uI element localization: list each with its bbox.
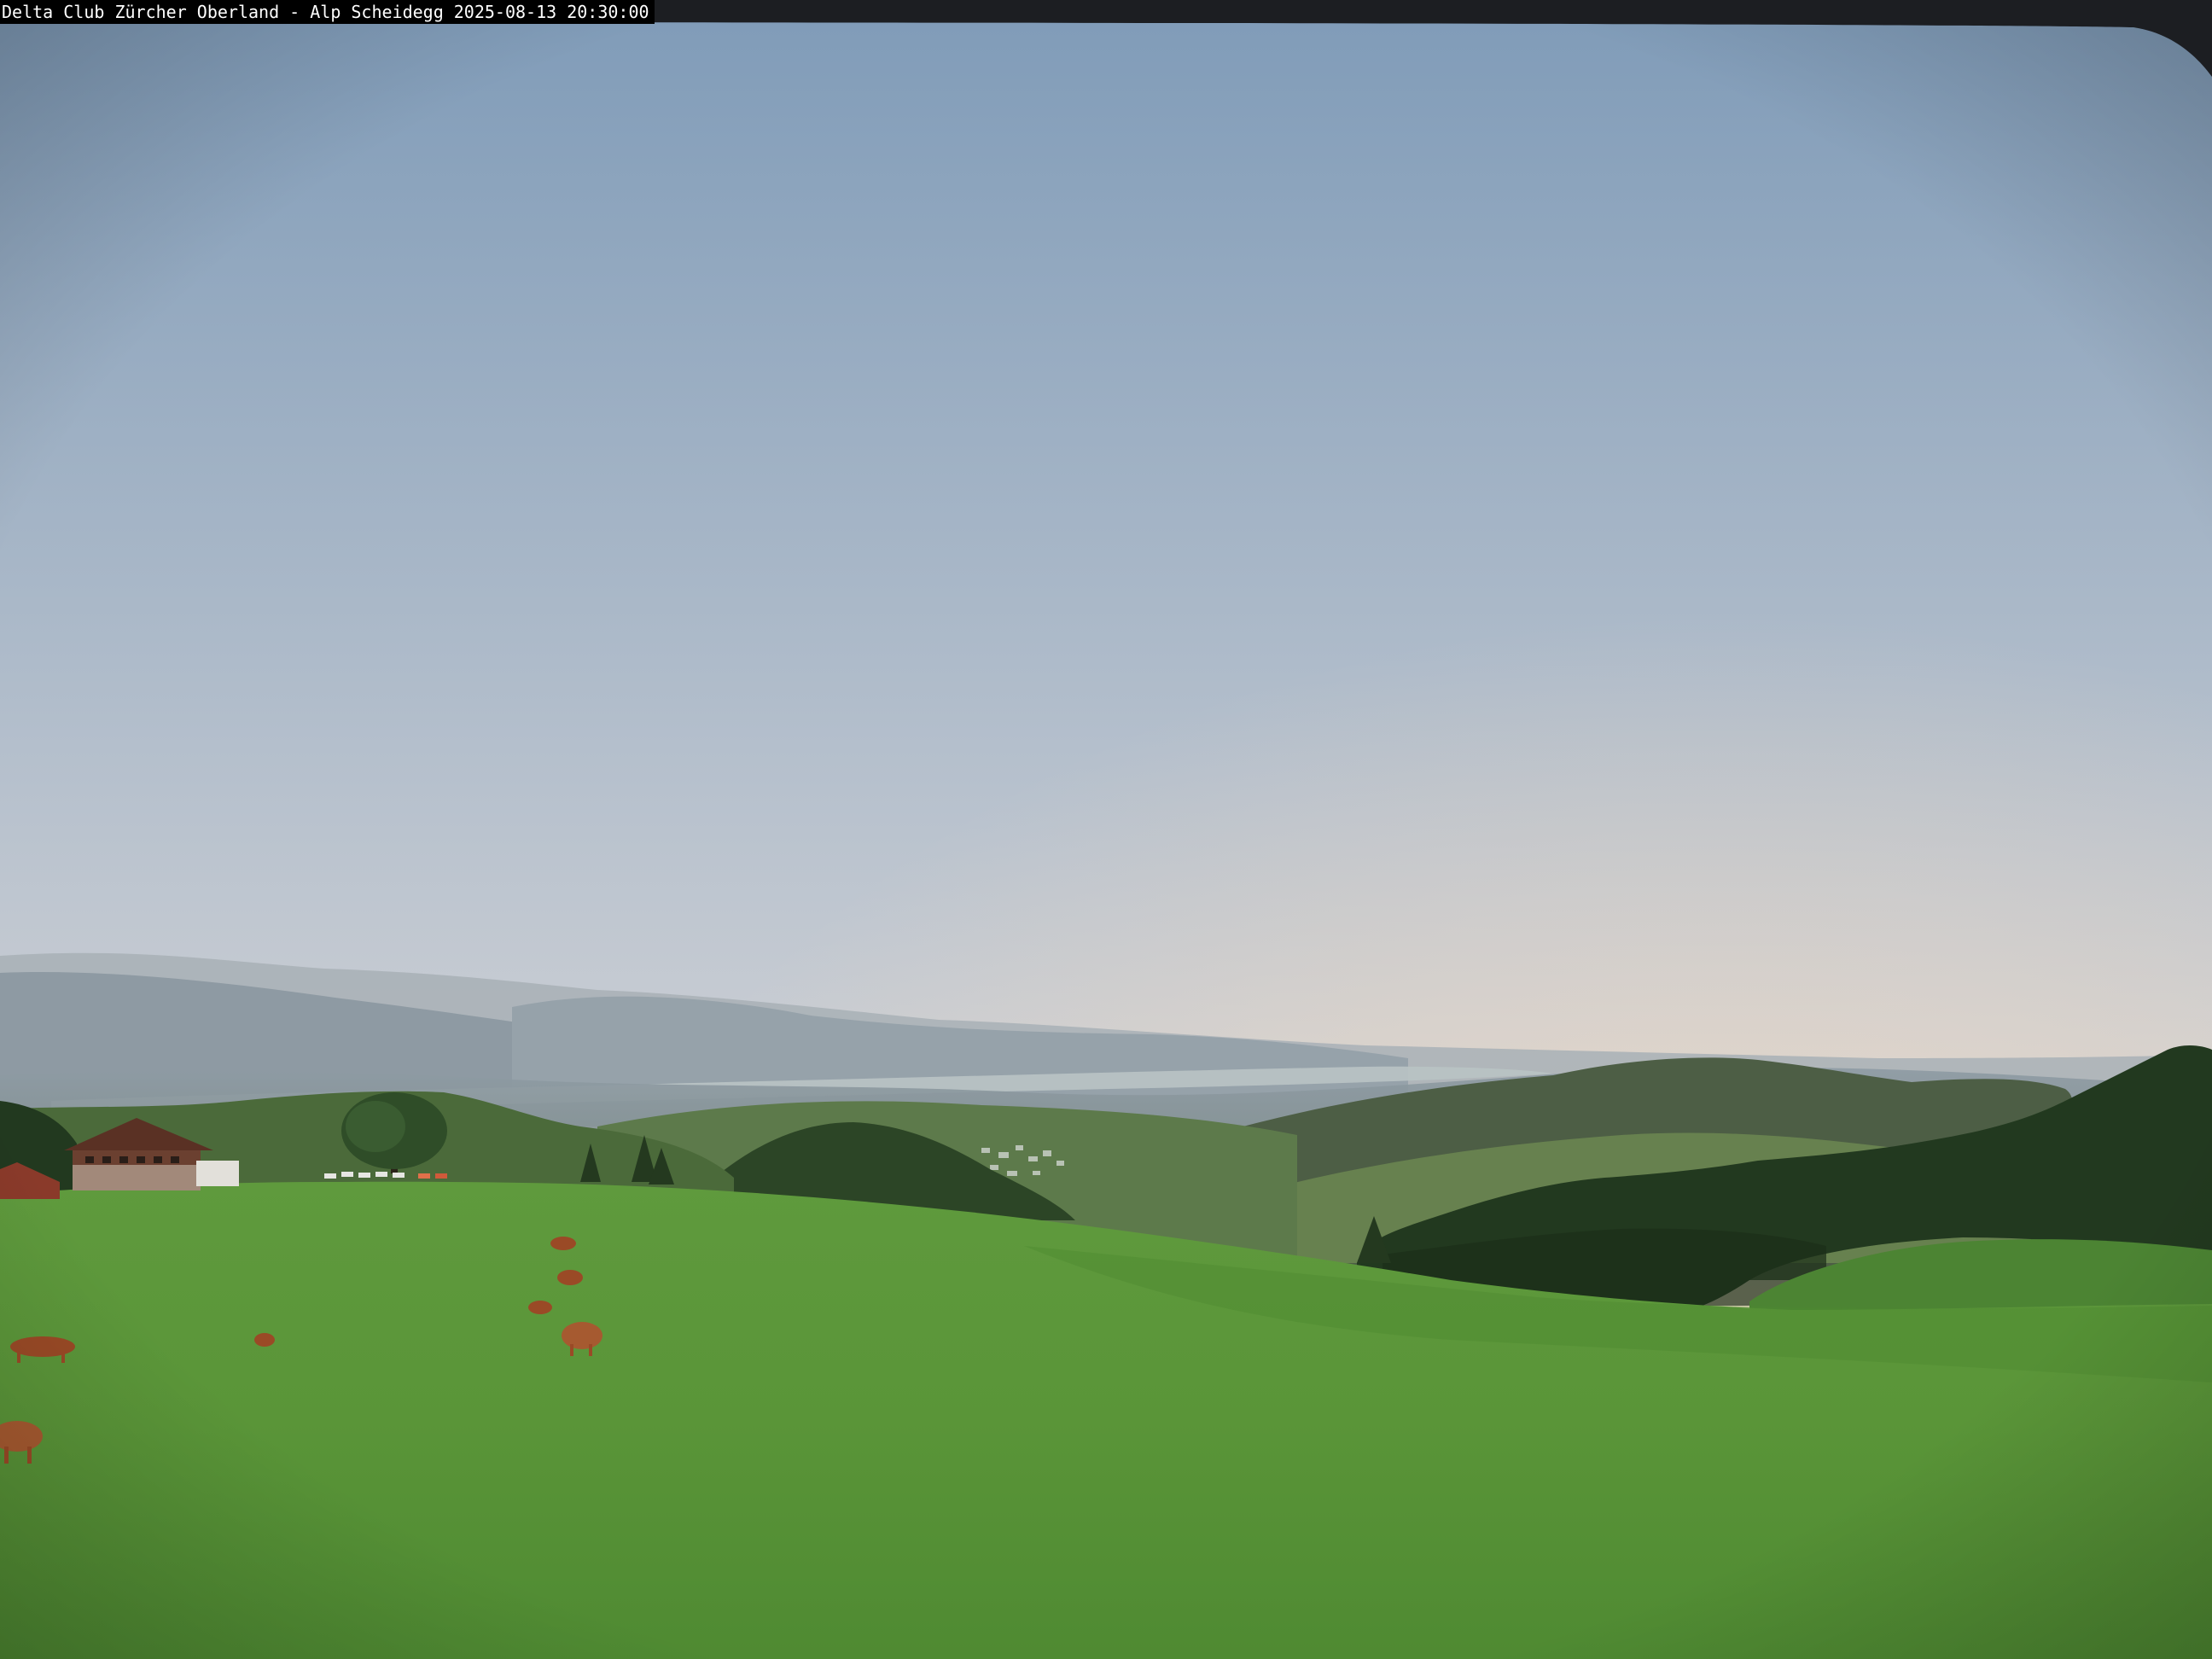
webcam-caption: Delta Club Zürcher Oberland - Alp Scheid… [2, 2, 444, 22]
webcam-image [0, 0, 2212, 1659]
webcam-timestamp: 2025-08-13 20:30:00 [453, 2, 649, 22]
lens-vignette [0, 0, 2212, 1659]
webcam-caption-bar: Delta Club Zürcher Oberland - Alp Scheid… [0, 0, 655, 24]
